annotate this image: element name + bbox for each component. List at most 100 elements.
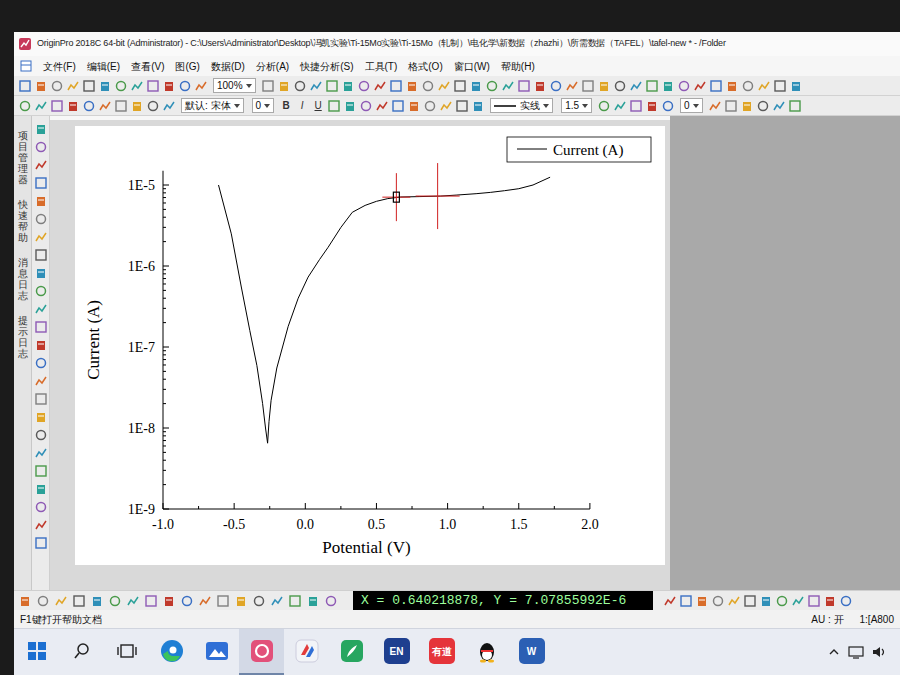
toolbar-button-icon[interactable] [54,594,68,608]
toolbar-button-icon[interactable] [146,79,160,93]
toolbar-button-icon[interactable] [180,594,194,608]
toolbar-button-icon[interactable] [791,594,805,608]
toolbar-button-icon[interactable] [144,594,158,608]
toolbar-button-icon[interactable] [34,122,48,136]
toolbar-button-icon[interactable] [66,99,80,113]
toolbar-button-icon[interactable] [661,99,675,113]
current-curve[interactable] [219,177,551,443]
menu-item[interactable]: 快捷分析(S) [300,59,353,74]
menu-item[interactable]: 帮助(H) [501,59,535,74]
toolbar-button-icon[interactable] [597,79,611,93]
toolbar-button-icon[interactable] [34,374,48,388]
toolbar-button-icon[interactable] [613,99,627,113]
toolbar-button-icon[interactable] [34,338,48,352]
task-view-icon[interactable] [117,642,137,660]
toolbar-button-icon[interactable] [108,594,122,608]
toolbar-button-icon[interactable] [18,79,32,93]
toolbar-button-icon[interactable] [343,99,357,113]
toolbar-button-icon[interactable] [357,79,371,93]
font-size-field[interactable]: 0 [252,98,275,113]
toolbar-button-icon[interactable] [708,99,722,113]
toolbar-button-icon[interactable] [324,594,338,608]
toolbar-button-icon[interactable] [36,594,50,608]
toolbar-button-icon[interactable] [34,428,48,442]
taskbar-item[interactable] [239,629,284,675]
toolbar-button-icon[interactable] [34,320,48,334]
toolbar-button-icon[interactable] [162,594,176,608]
toolbar-button-icon[interactable] [18,99,32,113]
toolbar-button-icon[interactable] [423,99,437,113]
toolbar-button-icon[interactable] [34,158,48,172]
toolbar-button-icon[interactable] [741,79,755,93]
taskbar-item[interactable] [104,629,149,675]
taskbar-item[interactable] [59,629,104,675]
taskbar-item[interactable] [284,629,329,675]
toolbar-button-icon[interactable] [565,79,579,93]
app-icon[interactable] [295,639,319,663]
toolbar-button-icon[interactable] [90,594,104,608]
qq-penguin-icon[interactable] [475,639,499,663]
toolbar-button-icon[interactable] [325,79,339,93]
toolbar-button-icon[interactable] [114,79,128,93]
toolbar-button-icon[interactable] [162,79,176,93]
toolbar-button-icon[interactable] [807,594,821,608]
toolbar-button-icon[interactable] [82,79,96,93]
toolbar-button-icon[interactable] [34,194,48,208]
font-field[interactable]: 默认: 宋体 [181,98,244,113]
toolbar-button-icon[interactable] [439,99,453,113]
menu-item[interactable]: 工具(T) [365,59,398,74]
toolbar-button-icon[interactable] [485,79,499,93]
graph-page[interactable]: -1.0-0.50.00.51.01.52.01E-91E-81E-71E-61… [75,126,665,565]
toolbar-button-icon[interactable] [34,392,48,406]
line-width-field[interactable]: 1.5 [561,98,592,113]
toolbar-button-icon[interactable] [757,79,771,93]
toolbar-button-icon[interactable] [727,594,741,608]
menu-item[interactable]: 数据(D) [211,59,245,74]
toolbar-button-icon[interactable] [277,79,291,93]
toolbar-button-icon[interactable] [455,99,469,113]
toolbar-button-icon[interactable] [130,99,144,113]
toolbar-button-icon[interactable] [309,79,323,93]
menu-item[interactable]: 分析(A) [256,59,289,74]
toolbar-button-icon[interactable] [34,284,48,298]
toolbar-button-icon[interactable] [405,79,419,93]
workbook-icon[interactable] [20,60,32,72]
tafel-chart[interactable]: -1.0-0.50.00.51.01.52.01E-91E-81E-71E-61… [75,126,665,565]
toolbar-button-icon[interactable] [261,79,275,93]
toolbar-button-icon[interactable] [788,99,802,113]
search-icon[interactable] [73,642,91,660]
toolbar-button-icon[interactable] [359,99,373,113]
toolbar-button-icon[interactable] [130,79,144,93]
toolbar-button-icon[interactable] [34,266,48,280]
toolbar-button-icon[interactable] [18,594,32,608]
en-app-icon[interactable]: EN [384,638,410,664]
format-button[interactable]: U [311,98,325,113]
toolbar-button-icon[interactable] [823,594,837,608]
toolbar-button-icon[interactable] [34,248,48,262]
menu-item[interactable]: 查看(V) [131,59,164,74]
edge-browser-icon[interactable] [160,639,184,663]
toolbar-button-icon[interactable] [34,446,48,460]
toolbar-button-icon[interactable] [162,99,176,113]
toolbar-button-icon[interactable] [72,594,86,608]
toolbar-button-icon[interactable] [839,594,853,608]
dock-tab[interactable]: 项目管理器 [18,130,28,185]
toolbar-button-icon[interactable] [34,99,48,113]
toolbar-button-icon[interactable] [327,99,341,113]
toolbar-button-icon[interactable] [517,79,531,93]
toolbar-button-icon[interactable] [98,79,112,93]
toolbar-button-icon[interactable] [34,500,48,514]
menu-item[interactable]: 窗口(W) [454,59,490,74]
taskbar-item[interactable] [149,629,194,675]
data-cursor[interactable] [382,173,410,221]
dock-tab[interactable]: 提示日志 [18,315,28,359]
toolbar-button-icon[interactable] [391,99,405,113]
toolbar-button-icon[interactable] [34,212,48,226]
toolbar-button-icon[interactable] [252,594,266,608]
toolbar-button-icon[interactable] [613,79,627,93]
toolbar-button-icon[interactable] [34,518,48,532]
menu-item[interactable]: 格式(O) [408,59,442,74]
zoom-field[interactable]: 100% [213,78,256,93]
toolbar-button-icon[interactable] [677,79,691,93]
toolbar-button-icon[interactable] [114,99,128,113]
